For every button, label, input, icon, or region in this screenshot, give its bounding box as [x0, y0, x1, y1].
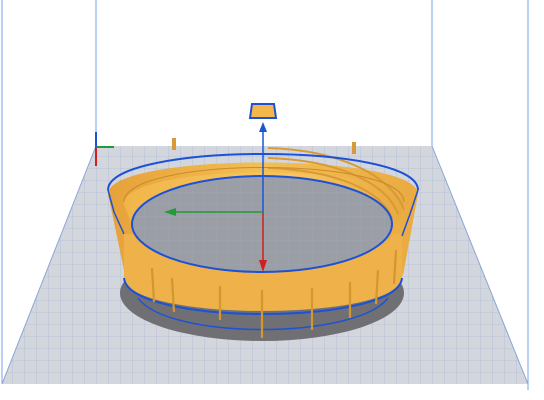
gizmo-z-arrow-icon[interactable] [259, 122, 267, 132]
rim-tab [248, 103, 278, 119]
scene-canvas[interactable] [0, 0, 544, 400]
3d-viewport[interactable] [0, 0, 544, 400]
